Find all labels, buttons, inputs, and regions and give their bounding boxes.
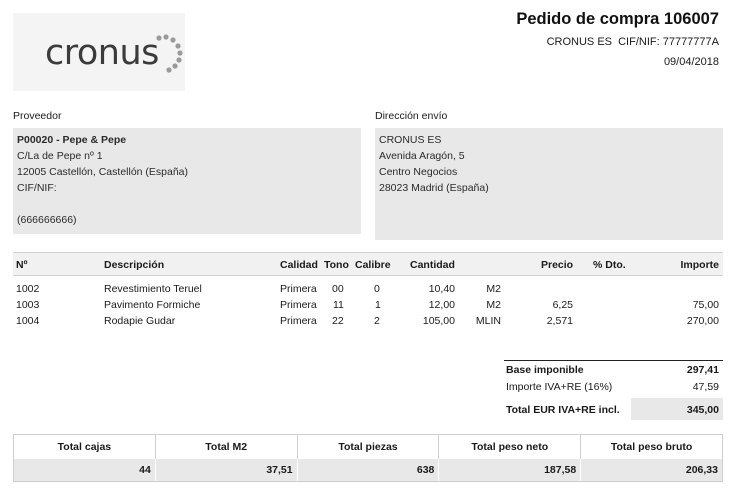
col-amount: Importe <box>680 259 719 271</box>
row-description: Rodapie Gudar <box>104 315 176 327</box>
row-amount: 75,00 <box>692 299 719 311</box>
table-row: 1003 Pavimento Formiche Primera 11 1 12,… <box>13 297 723 313</box>
row-no: 1002 <box>16 283 40 295</box>
vat-row: Importe IVA+RE (16%) 47,59 <box>504 378 723 396</box>
logo-dots-icon <box>156 34 183 73</box>
ship-to-name: CRONUS ES <box>379 134 442 146</box>
row-caliber: 1 <box>375 299 381 311</box>
company-line: CRONUS ES CIF/NIF: 77777777A <box>546 36 719 48</box>
summary-header-net-weight: Total peso neto <box>439 435 582 459</box>
vendor-city: 12005 Castellón, Castellón (España) <box>17 166 189 178</box>
row-tone: 00 <box>332 283 344 295</box>
summary-header-m2: Total M2 <box>156 435 298 459</box>
row-quantity: 10,40 <box>428 283 455 295</box>
ship-to-city: 28023 Madrid (España) <box>379 182 489 194</box>
total-value: 345,00 <box>686 404 719 416</box>
company-logo: cronus <box>13 13 185 91</box>
base-value: 297,41 <box>686 364 719 376</box>
row-tone: 22 <box>332 315 344 327</box>
col-quality: Calidad <box>280 259 318 271</box>
row-price: 2,571 <box>546 315 573 327</box>
base-row: Base imponible 297,41 <box>504 360 723 378</box>
base-label: Base imponible <box>506 364 584 376</box>
row-tone: 11 <box>333 299 344 311</box>
logo-wordmark: cronus <box>45 33 159 73</box>
col-quantity: Cantidad <box>410 259 455 271</box>
vendor-phone: (666666666) <box>17 214 77 226</box>
summary-value-net-weight: 187,58 <box>439 459 582 481</box>
total-label: Total EUR IVA+RE incl. <box>506 404 620 416</box>
summary-table: Total cajas Total M2 Total piezas Total … <box>13 434 723 482</box>
document-title: Pedido de compra 106007 <box>516 10 719 28</box>
vat-value: 47,59 <box>692 381 719 393</box>
row-description: Revestimiento Teruel <box>104 283 202 295</box>
order-lines-table: Nº Descripción Calidad Tono Calibre Cant… <box>13 252 723 329</box>
table-header: Nº Descripción Calidad Tono Calibre Cant… <box>13 252 723 276</box>
table-row: 1004 Rodapie Gudar Primera 22 2 105,00 M… <box>13 313 723 329</box>
row-amount: 270,00 <box>686 315 719 327</box>
summary-header-boxes: Total cajas <box>14 435 156 459</box>
row-quantity: 12,00 <box>428 299 455 311</box>
vendor-name: P00020 - Pepe & Pepe <box>17 134 127 146</box>
summary-header-gross-weight: Total peso bruto <box>610 441 693 453</box>
summary-value-m2: 37,51 <box>155 459 298 481</box>
col-description: Descripción <box>104 259 165 271</box>
row-no: 1003 <box>16 299 40 311</box>
row-quality: Primera <box>280 315 317 327</box>
col-tone: Tono <box>324 259 349 271</box>
summary-value-pieces: 638 <box>297 459 440 481</box>
summary-value-boxes: 44 <box>14 459 156 481</box>
row-unit: MLIN <box>475 315 501 327</box>
row-no: 1004 <box>16 315 40 327</box>
vendor-label: Proveedor <box>13 110 62 122</box>
grand-total-row: Total EUR IVA+RE incl. 345,00 <box>504 398 723 420</box>
row-unit: M2 <box>486 283 501 295</box>
col-price: Precio <box>541 259 574 271</box>
row-price: 6,25 <box>552 299 573 311</box>
col-no: Nº <box>16 259 28 271</box>
row-description: Pavimento Formiche <box>104 299 201 311</box>
row-quantity: 105,00 <box>422 315 455 327</box>
document-date: 09/04/2018 <box>663 56 719 68</box>
vendor-vat-label: CIF/NIF: <box>17 182 57 194</box>
row-quality: Primera <box>280 283 317 295</box>
ship-to-label: Dirección envío <box>375 110 448 122</box>
summary-value-gross-weight: 206,33 <box>581 459 722 481</box>
row-caliber: 0 <box>374 283 380 295</box>
table-row: 1002 Revestimiento Teruel Primera 00 0 1… <box>13 281 723 297</box>
row-caliber: 2 <box>374 315 380 327</box>
totals-block: Base imponible 297,41 Importe IVA+RE (16… <box>504 360 723 420</box>
ship-to-street: Avenida Aragón, 5 <box>379 150 465 162</box>
col-caliber: Calibre <box>355 259 391 271</box>
col-discount: % Dto. <box>593 259 626 271</box>
ship-to-street2: Centro Negocios <box>379 166 458 178</box>
summary-values: 44 37,51 638 187,58 206,33 <box>14 459 722 481</box>
ship-to-address-box: CRONUS ES Avenida Aragón, 5 Centro Negoc… <box>375 128 723 240</box>
row-quality: Primera <box>280 299 317 311</box>
summary-header: Total cajas Total M2 Total piezas Total … <box>14 435 722 459</box>
vendor-address-box: P00020 - Pepe & Pepe C/La de Pepe nº 1 1… <box>13 128 361 234</box>
row-unit: M2 <box>486 299 501 311</box>
vat-label: Importe IVA+RE (16%) <box>506 381 613 393</box>
summary-header-pieces: Total piezas <box>298 435 440 459</box>
vendor-street: C/La de Pepe nº 1 <box>17 150 103 162</box>
